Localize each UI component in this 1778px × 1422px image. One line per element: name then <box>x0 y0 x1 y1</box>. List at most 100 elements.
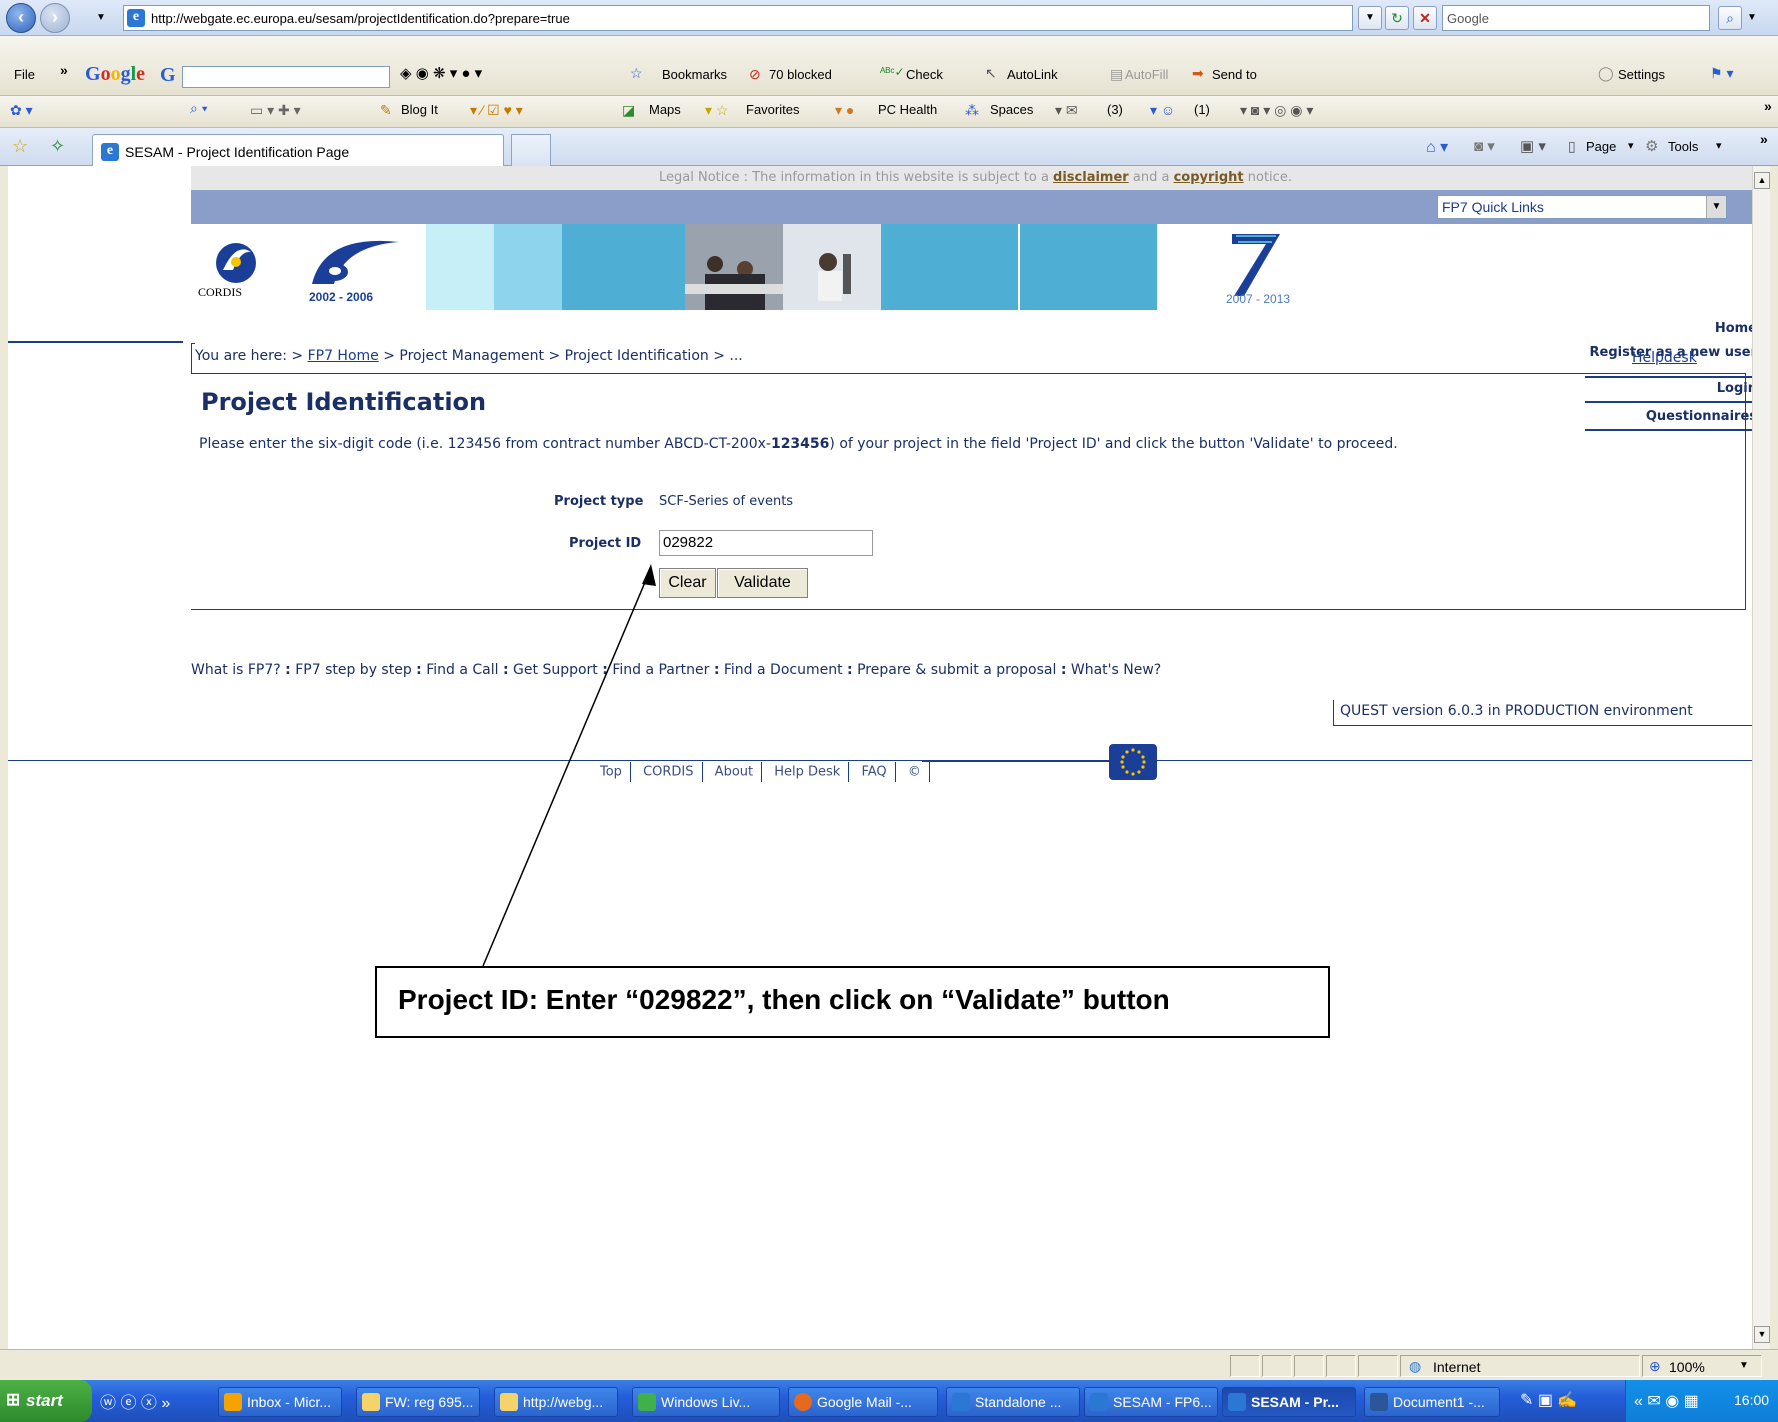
start-button[interactable]: ⊞ start <box>0 1380 92 1422</box>
sidebar-item-login[interactable]: Login <box>1585 381 1760 403</box>
autolink-button[interactable]: AutoLink <box>1007 67 1058 82</box>
bottom-nav-faq[interactable]: FAQ <box>861 765 886 780</box>
forward-button[interactable]: › <box>40 3 70 33</box>
print-icon[interactable]: ▣ ▾ <box>1520 137 1546 155</box>
fp7-logo-icon <box>1232 234 1280 296</box>
new-tab-button[interactable] <box>511 134 551 166</box>
add-favorite-icon[interactable]: ✧ <box>50 136 65 157</box>
chevron-down-icon: ▼ <box>1706 196 1726 218</box>
contacts-count[interactable]: (1) <box>1194 102 1210 117</box>
pchealth-button[interactable]: PC Health <box>878 102 937 117</box>
google-search-box[interactable] <box>182 66 390 88</box>
task-sesam-fp6[interactable]: SESAM - FP6... <box>1084 1387 1218 1417</box>
task-google-mail[interactable]: Google Mail -... <box>788 1387 938 1417</box>
menu-file[interactable]: File <box>14 67 35 82</box>
stop-icon[interactable]: ✕ <box>1413 6 1437 30</box>
settings-button[interactable]: Settings <box>1618 67 1665 82</box>
breadcrumb-fp7-home-link[interactable]: FP7 Home <box>308 348 379 364</box>
tab-sesam[interactable]: e SESAM - Project Identification Page <box>92 134 504 166</box>
tray-icons[interactable]: « ✉ ◉ ▦ <box>1634 1391 1699 1411</box>
refresh-icon[interactable]: ↻ <box>1385 6 1409 30</box>
copyright-link[interactable]: copyright <box>1174 170 1244 185</box>
blogit-button[interactable]: Blog It <box>401 102 438 117</box>
tools-menu[interactable]: Tools <box>1668 139 1698 154</box>
popup-blocked-count[interactable]: 70 blocked <box>769 67 832 82</box>
footer-sep: : <box>602 662 608 678</box>
search-web-icon[interactable]: ⌕ ▾ <box>190 100 208 117</box>
helpdesk-link[interactable]: Helpdesk <box>1632 350 1697 366</box>
task-http[interactable]: http://webg... <box>494 1387 618 1417</box>
live-icon[interactable]: ✿ ▾ <box>10 102 33 119</box>
translate-icon[interactable]: ⚑ ▾ <box>1710 65 1733 82</box>
scroll-up-icon[interactable]: ▲ <box>1754 172 1770 189</box>
bottom-nav-top[interactable]: Top <box>600 765 622 780</box>
sidebar-item-questionnaires[interactable]: Questionnaires <box>1585 409 1760 431</box>
favorites-star-icon[interactable]: ☆ <box>12 136 28 157</box>
bottom-nav-cordis[interactable]: CORDIS <box>643 765 693 780</box>
url-field[interactable]: e http://webgate.ec.europa.eu/sesam/proj… <box>123 5 1353 31</box>
maps-button[interactable]: Maps <box>649 102 681 117</box>
autofill-button[interactable]: AutoFill <box>1125 67 1168 82</box>
mail-count[interactable]: (3) <box>1107 102 1123 117</box>
home-icon[interactable]: ⌂ ▾ <box>1426 137 1448 157</box>
bottom-nav-copyright[interactable]: © <box>908 765 921 780</box>
footer-link-what-is-fp7[interactable]: What is FP7? <box>191 662 281 678</box>
sendto-button[interactable]: Send to <box>1212 67 1257 82</box>
system-icons[interactable]: ✎ ▣ ✍ <box>1520 1390 1577 1410</box>
history-dropdown-icon[interactable]: ▼ <box>96 12 106 23</box>
footer-link-find-document[interactable]: Find a Document <box>724 662 843 678</box>
task-document1[interactable]: Document1 -... <box>1364 1387 1500 1417</box>
footer-sep: : <box>285 662 291 678</box>
footer-link-get-support[interactable]: Get Support <box>513 662 598 678</box>
clear-button[interactable]: Clear <box>659 568 716 598</box>
validate-button[interactable]: Validate <box>717 568 808 598</box>
highlight-icon[interactable]: ▾ ⁄ ☑ ♥ ▾ <box>470 102 523 119</box>
page-menu[interactable]: Page <box>1586 139 1616 154</box>
search-input[interactable]: Google <box>1442 5 1710 31</box>
chevron-more-icon[interactable]: » <box>60 62 68 78</box>
search-options-icon[interactable]: ▼ <box>1747 12 1757 23</box>
url-dropdown-button[interactable]: ▼ <box>1358 6 1382 30</box>
favorites-button[interactable]: Favorites <box>746 102 799 117</box>
toolbar-icons-group[interactable]: ◈ ◉ ❋ ▾ ● ▾ <box>400 64 482 82</box>
footer-link-whats-new[interactable]: What's New? <box>1071 662 1161 678</box>
back-button[interactable]: ‹ <box>6 3 36 33</box>
spellcheck-button[interactable]: Check <box>906 67 943 82</box>
feeds-tab-icon[interactable]: ◙ ▾ <box>1474 137 1495 155</box>
spaces-button[interactable]: Spaces <box>990 102 1033 117</box>
firefox-icon <box>794 1393 812 1411</box>
search-icon[interactable]: ⌕ <box>1718 6 1742 30</box>
fp7-quick-links-select[interactable]: FP7 Quick Links ▼ <box>1437 195 1727 219</box>
task-inbox[interactable]: Inbox - Micr... <box>218 1387 342 1417</box>
sidebar-item-home[interactable]: Home <box>1585 321 1760 341</box>
feeds-icon[interactable]: ▾ ◙ ▾ ◎ ◉ ▾ <box>1240 102 1313 119</box>
bookmarks-menu[interactable]: Bookmarks <box>662 67 727 82</box>
bottom-nav-about[interactable]: About <box>715 765 753 780</box>
banner-photo-lab <box>783 224 881 310</box>
disclaimer-link[interactable]: disclaimer <box>1053 170 1129 185</box>
scroll-down-icon[interactable]: ▼ <box>1754 1326 1770 1343</box>
task-fw-reg[interactable]: FW: reg 695... <box>356 1387 480 1417</box>
tools-menu-dropdown-icon[interactable]: ▾ <box>1716 139 1722 152</box>
toolbar-misc-icon[interactable]: ▭ ▾ ✚ ▾ <box>250 102 301 119</box>
task-standalone[interactable]: Standalone ... <box>946 1387 1080 1417</box>
vertical-scrollbar[interactable]: ▲ ▼ <box>1752 166 1770 1349</box>
more-tools-icon[interactable]: » <box>1764 98 1772 114</box>
footer-link-find-partner[interactable]: Find a Partner <box>612 662 709 678</box>
bottom-nav-help-desk[interactable]: Help Desk <box>774 765 840 780</box>
more-commands-icon[interactable]: » <box>1760 131 1768 147</box>
footer-link-step-by-step[interactable]: FP7 step by step <box>295 662 412 678</box>
word-icon <box>1370 1393 1388 1411</box>
quicklaunch-icons[interactable]: ⓦ ⓔ ⓧ » <box>100 1389 170 1413</box>
task-windows-live[interactable]: Windows Liv... <box>632 1387 780 1417</box>
bottom-nav-sep <box>629 762 631 782</box>
legal-text-and: and a <box>1132 170 1170 185</box>
footer-link-find-call[interactable]: Find a Call <box>426 662 498 678</box>
footer-link-prepare-submit[interactable]: Prepare & submit a proposal <box>857 662 1056 678</box>
intro-text-before: Please enter the six-digit code (i.e. 12… <box>199 436 771 452</box>
banner-strip <box>426 224 494 310</box>
page-menu-dropdown-icon[interactable]: ▾ <box>1628 139 1634 152</box>
project-id-input[interactable]: 029822 <box>659 530 873 556</box>
task-sesam-pr[interactable]: SESAM - Pr... <box>1222 1387 1356 1417</box>
zoom-cell[interactable]: ⊕ 100% ▼ <box>1642 1355 1762 1377</box>
